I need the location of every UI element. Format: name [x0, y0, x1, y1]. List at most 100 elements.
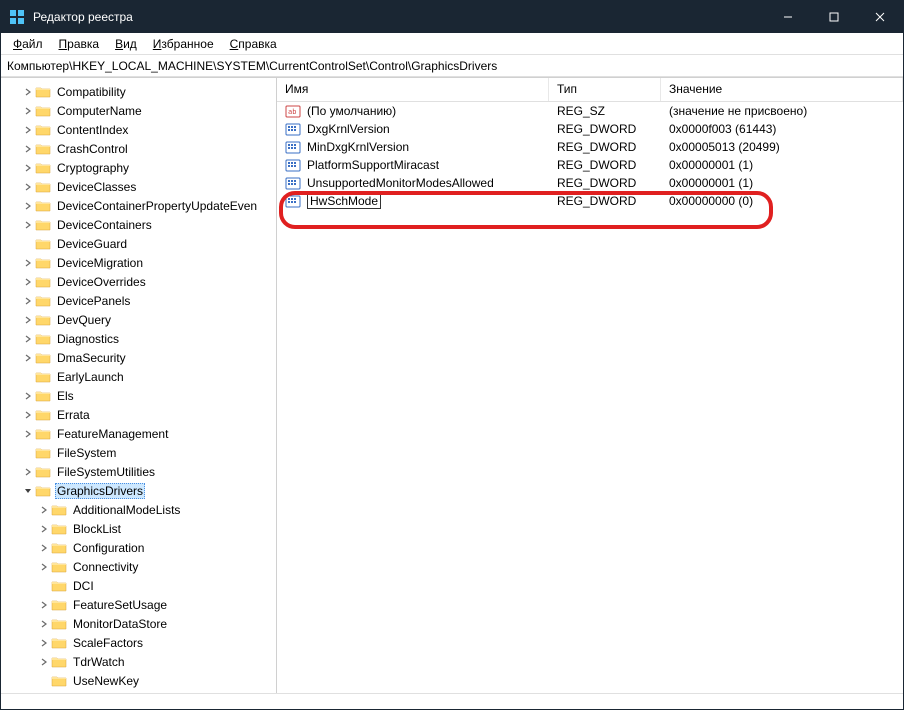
chevron-right-icon[interactable] — [21, 332, 35, 346]
tree-item[interactable]: MonitorDataStore — [1, 614, 276, 633]
tree-item[interactable]: DCI — [1, 576, 276, 595]
tree-label: FileSystem — [55, 446, 118, 460]
chevron-right-icon[interactable] — [37, 560, 51, 574]
chevron-right-icon[interactable] — [21, 465, 35, 479]
tree-item[interactable]: DevicePanels — [1, 291, 276, 310]
maximize-button[interactable] — [811, 1, 857, 33]
tree-item[interactable]: Compatibility — [1, 82, 276, 101]
chevron-right-icon[interactable] — [21, 275, 35, 289]
tree-item[interactable]: CrashControl — [1, 139, 276, 158]
folder-icon — [35, 256, 51, 270]
tree-item[interactable]: UseNewKey — [1, 671, 276, 690]
tree-item[interactable]: DmaSecurity — [1, 348, 276, 367]
tree-item[interactable]: DeviceGuard — [1, 234, 276, 253]
tree-item[interactable]: DeviceContainers — [1, 215, 276, 234]
chevron-right-icon[interactable] — [21, 161, 35, 175]
folder-icon — [35, 123, 51, 137]
col-header-value[interactable]: Значение — [661, 78, 903, 101]
tree-item[interactable]: FileSystem — [1, 443, 276, 462]
chevron-right-icon[interactable] — [37, 636, 51, 650]
list-row[interactable]: DxgKrnlVersionREG_DWORD0x0000f003 (61443… — [277, 120, 903, 138]
chevron-right-icon[interactable] — [37, 522, 51, 536]
tree-item[interactable]: FeatureManagement — [1, 424, 276, 443]
tree-item[interactable]: Diagnostics — [1, 329, 276, 348]
tree-item[interactable]: Cryptography — [1, 158, 276, 177]
tree-item[interactable]: DeviceOverrides — [1, 272, 276, 291]
tree-item[interactable]: ScaleFactors — [1, 633, 276, 652]
chevron-right-icon[interactable] — [21, 104, 35, 118]
tree-item[interactable]: ContentIndex — [1, 120, 276, 139]
tree-label: GroupOrderList — [55, 693, 142, 694]
chevron-right-icon[interactable] — [21, 313, 35, 327]
tree-label: BlockList — [71, 522, 123, 536]
status-bar — [1, 693, 903, 709]
tree-item[interactable]: DevQuery — [1, 310, 276, 329]
tree-item[interactable]: EarlyLaunch — [1, 367, 276, 386]
list-pane[interactable]: Имя Тип Значение (По умолчанию)REG_SZ(зн… — [277, 78, 903, 693]
menu-help[interactable]: Справка — [222, 35, 285, 53]
value-name-edit[interactable]: HwSchMode — [307, 193, 381, 209]
minimize-button[interactable] — [765, 1, 811, 33]
tree-item[interactable]: DeviceMigration — [1, 253, 276, 272]
menu-favorites[interactable]: Избранное — [145, 35, 222, 53]
chevron-right-icon[interactable] — [37, 617, 51, 631]
tree-item[interactable]: AdditionalModeLists — [1, 500, 276, 519]
tree-label: DeviceMigration — [55, 256, 145, 270]
tree-label: Errata — [55, 408, 92, 422]
chevron-right-icon[interactable] — [21, 142, 35, 156]
tree-item[interactable]: Els — [1, 386, 276, 405]
chevron-right-icon[interactable] — [37, 503, 51, 517]
chevron-right-icon[interactable] — [21, 85, 35, 99]
address-bar[interactable]: Компьютер\HKEY_LOCAL_MACHINE\SYSTEM\Curr… — [1, 55, 903, 77]
chevron-right-icon[interactable] — [37, 541, 51, 555]
chevron-right-icon[interactable] — [21, 199, 35, 213]
tree-item[interactable]: FileSystemUtilities — [1, 462, 276, 481]
tree-item[interactable]: Errata — [1, 405, 276, 424]
chevron-right-icon[interactable] — [21, 408, 35, 422]
tree-item[interactable]: FeatureSetUsage — [1, 595, 276, 614]
chevron-right-icon[interactable] — [37, 598, 51, 612]
chevron-down-icon[interactable] — [21, 484, 35, 498]
tree-item[interactable]: Connectivity — [1, 557, 276, 576]
value-name: UnsupportedMonitorModesAllowed — [307, 176, 494, 190]
folder-icon — [35, 389, 51, 403]
chevron-right-icon[interactable] — [37, 655, 51, 669]
tree-item[interactable]: DeviceContainerPropertyUpdateEven — [1, 196, 276, 215]
list-row[interactable]: HwSchModeREG_DWORD0x00000000 (0) — [277, 192, 903, 210]
chevron-right-icon[interactable] — [21, 256, 35, 270]
tree-label: Els — [55, 389, 76, 403]
tree-pane[interactable]: CompatibilityComputerNameContentIndexCra… — [1, 78, 277, 693]
tree-item[interactable]: TdrWatch — [1, 652, 276, 671]
tree-item[interactable]: ComputerName — [1, 101, 276, 120]
menu-file[interactable]: Файл — [5, 35, 51, 53]
list-row[interactable]: MinDxgKrnlVersionREG_DWORD0x00005013 (20… — [277, 138, 903, 156]
menu-view[interactable]: Вид — [107, 35, 145, 53]
col-header-name[interactable]: Имя — [277, 78, 549, 101]
chevron-right-icon[interactable] — [21, 218, 35, 232]
tree-label: DeviceContainerPropertyUpdateEven — [55, 199, 259, 213]
close-button[interactable] — [857, 1, 903, 33]
cell-name: DxgKrnlVersion — [277, 122, 549, 136]
tree-item[interactable]: DeviceClasses — [1, 177, 276, 196]
chevron-right-icon[interactable] — [21, 294, 35, 308]
cell-value: 0x00005013 (20499) — [661, 140, 903, 154]
chevron-right-icon[interactable] — [21, 427, 35, 441]
chevron-right-icon[interactable] — [21, 123, 35, 137]
menu-edit[interactable]: Правка — [51, 35, 108, 53]
tree-label: MonitorDataStore — [71, 617, 169, 631]
tree-item[interactable]: BlockList — [1, 519, 276, 538]
tree-label: GraphicsDrivers — [55, 483, 145, 499]
list-row[interactable]: PlatformSupportMiracastREG_DWORD0x000000… — [277, 156, 903, 174]
col-header-type[interactable]: Тип — [549, 78, 661, 101]
list-row[interactable]: (По умолчанию)REG_SZ(значение не присвое… — [277, 102, 903, 120]
list-row[interactable]: UnsupportedMonitorModesAllowedREG_DWORD0… — [277, 174, 903, 192]
titlebar[interactable]: Редактор реестра — [1, 1, 903, 33]
chevron-right-icon[interactable] — [21, 351, 35, 365]
tree-item[interactable]: Configuration — [1, 538, 276, 557]
folder-icon — [51, 636, 67, 650]
tree-label: Connectivity — [71, 560, 140, 574]
tree-item[interactable]: GraphicsDrivers — [1, 481, 276, 500]
chevron-right-icon[interactable] — [21, 180, 35, 194]
chevron-right-icon[interactable] — [21, 389, 35, 403]
tree-item[interactable]: GroupOrderList — [1, 690, 276, 693]
